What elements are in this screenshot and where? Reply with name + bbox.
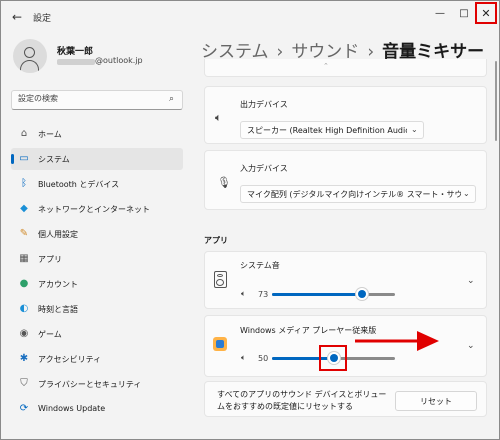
mute-speaker-icon[interactable]: 🔈︎ <box>241 288 253 300</box>
app-title: 設定 <box>33 14 52 24</box>
search-icon[interactable]: ⌕ <box>169 94 174 104</box>
person-body-icon <box>20 60 39 73</box>
system-sounds-icon <box>214 271 227 288</box>
media-player-icon <box>213 337 227 351</box>
expand-chevron-icon[interactable]: ⌄ <box>467 276 475 286</box>
input-device-title: 入力デバイス <box>240 164 288 173</box>
speaker-icon: 🔈︎ <box>215 111 222 124</box>
email-redaction <box>57 59 95 65</box>
avatar[interactable] <box>13 39 47 73</box>
apps-icon: ▦ <box>19 253 29 264</box>
scrollbar[interactable] <box>495 61 497 141</box>
sidebar-item-label: アクセシビリティ <box>38 355 102 364</box>
sidebar-item-label: Bluetooth とデバイス <box>38 180 120 189</box>
input-device-dropdown[interactable]: マイク配列 (デジタルマイク向けインテル® スマート・サウンド・テ ⌄ <box>240 185 476 203</box>
sidebar-item-gaming[interactable]: ◉ ゲーム <box>11 323 183 345</box>
sidebar-item-time-language[interactable]: ◐ 時刻と言語 <box>11 298 183 320</box>
sidebar-item-accounts[interactable]: ● アカウント <box>11 273 183 295</box>
sidebar-item-label: ゲーム <box>38 330 62 339</box>
sidebar-item-label: ホーム <box>38 130 62 139</box>
accessibility-icon: ✱ <box>19 353 29 364</box>
sidebar-item-label: アプリ <box>38 255 62 264</box>
update-icon: ⟳ <box>19 403 29 414</box>
settings-search[interactable]: ⌕ <box>11 90 183 110</box>
chevron-down-icon: ⌄ <box>411 125 418 134</box>
chevron-up-icon: ⌃ <box>323 62 329 70</box>
reset-button[interactable]: リセット <box>395 391 477 411</box>
scrolled-card-edge <box>204 59 487 77</box>
output-device-card: 🔈︎ 出力デバイス スピーカー (Realtek High Definition… <box>204 86 487 144</box>
account-icon: ● <box>19 278 29 289</box>
app-name-system-sounds: システム音 <box>240 261 280 270</box>
apps-section-label: アプリ <box>204 236 228 245</box>
user-name: 秋葉一郎 <box>57 47 94 57</box>
user-email: @outlook.jp <box>95 56 143 65</box>
home-icon: ⌂ <box>20 128 28 139</box>
input-device-card: 🎙︎ 入力デバイス マイク配列 (デジタルマイク向けインテル® スマート・サウン… <box>204 150 487 210</box>
shield-icon: ⛉ <box>20 378 28 389</box>
active-indicator <box>11 154 14 164</box>
microphone-icon: 🎙︎ <box>217 176 231 189</box>
person-head-icon <box>24 47 35 58</box>
sidebar-item-windows-update[interactable]: ⟳ Windows Update <box>11 398 183 420</box>
sidebar-item-label: ネットワークとインターネット <box>38 205 150 214</box>
annotation-highlight-box <box>319 345 347 371</box>
annotation-arrow-icon <box>355 331 439 351</box>
sidebar-item-network[interactable]: ◆ ネットワークとインターネット <box>11 198 183 220</box>
volume-fill-system-sounds <box>272 293 362 296</box>
sidebar-item-label: 個人用設定 <box>38 230 78 239</box>
minimize-button[interactable]: — <box>429 3 451 25</box>
sidebar-item-accessibility[interactable]: ✱ アクセシビリティ <box>11 348 183 370</box>
volume-thumb-system-sounds[interactable] <box>357 290 366 298</box>
output-device-value: スピーカー (Realtek High Definition Audio) <box>247 126 407 135</box>
clock-globe-icon: ◐ <box>19 303 29 314</box>
brush-icon: ✎ <box>19 228 29 239</box>
sidebar-item-personalization[interactable]: ✎ 個人用設定 <box>11 223 183 245</box>
bluetooth-icon: ᛒ <box>21 178 27 189</box>
sidebar-item-privacy[interactable]: ⛉ プライバシーとセキュリティ <box>11 373 183 395</box>
volume-value-system-sounds: 73 <box>258 290 269 299</box>
sidebar-item-apps[interactable]: ▦ アプリ <box>11 248 183 270</box>
sidebar-item-label: プライバシーとセキュリティ <box>38 380 142 389</box>
wifi-icon: ◆ <box>20 203 28 214</box>
sidebar-item-system[interactable]: ▭ システム <box>11 148 183 170</box>
mute-speaker-icon[interactable]: 🔈︎ <box>241 352 253 364</box>
sidebar-item-home[interactable]: ⌂ ホーム <box>11 123 183 145</box>
sidebar-item-label: 時刻と言語 <box>38 305 78 314</box>
title-bar: ← 設定 — □ ✕ <box>1 1 499 33</box>
search-input[interactable] <box>18 94 158 103</box>
sidebar-item-label: アカウント <box>38 280 78 289</box>
sidebar-item-bluetooth[interactable]: ᛒ Bluetooth とデバイス <box>11 173 183 195</box>
back-arrow-icon[interactable]: ← <box>9 9 25 25</box>
gamepad-icon: ◉ <box>19 328 29 339</box>
input-device-value: マイク配列 (デジタルマイク向けインテル® スマート・サウンド・テ <box>247 190 461 199</box>
sidebar-item-label: Windows Update <box>38 404 106 413</box>
maximize-button[interactable]: □ <box>453 3 475 25</box>
sidebar-item-label: システム <box>38 155 70 164</box>
chevron-down-icon: ⌄ <box>463 189 470 198</box>
reset-description: すべてのアプリのサウンド デバイスとボリュームをおすすめの既定値にリセットする <box>217 390 387 411</box>
settings-window: ← 設定 — □ ✕ 秋葉一郎 @outlook.jp ⌕ ⌂ ホーム ▭ シス… <box>0 0 500 440</box>
close-button[interactable]: ✕ <box>475 2 497 24</box>
volume-value-media-player: 50 <box>258 354 269 363</box>
monitor-icon: ▭ <box>19 153 29 164</box>
expand-chevron-icon[interactable]: ⌄ <box>467 341 475 351</box>
output-device-title: 出力デバイス <box>240 100 288 109</box>
output-device-dropdown[interactable]: スピーカー (Realtek High Definition Audio) ⌄ <box>240 121 424 139</box>
